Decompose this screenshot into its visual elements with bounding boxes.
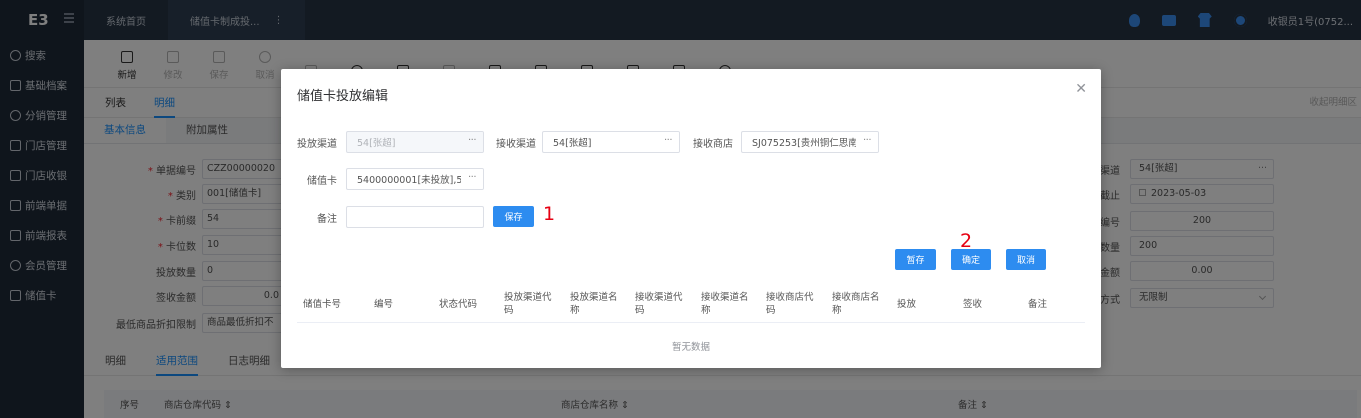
column-header: 接收商店名称 [832, 292, 880, 316]
ellipsis-icon[interactable]: ··· [856, 132, 878, 152]
field-value: SJ075253[贵州铜仁思南] [752, 138, 862, 149]
field-label: 储值卡 [307, 175, 337, 187]
release-channel-row: 投放渠道 54[张超] ··· [297, 131, 484, 153]
save-remark-button[interactable]: 保存 [493, 206, 534, 227]
empty-table-text: 暂无数据 [671, 342, 710, 353]
column-header: 备注 [1028, 298, 1048, 310]
column-header: 储值卡号 [303, 298, 342, 310]
card-row: 储值卡 5400000001[未投放],54( ··· [297, 168, 484, 190]
column-header: 投放 [897, 298, 917, 310]
remark-input[interactable] [346, 206, 484, 228]
annotation-mark-1: 1 [543, 203, 556, 225]
column-header: 投放渠道代码 [504, 292, 552, 316]
column-header: 签收 [963, 298, 983, 310]
confirm-button[interactable]: 确定 [951, 249, 991, 270]
receive-channel-row: 接收渠道 54[张超] ··· [494, 131, 680, 153]
receive-store-field[interactable]: SJ075253[贵州铜仁思南] ··· [741, 131, 879, 153]
column-header: 编号 [374, 298, 394, 310]
field-value: 54[张超] [553, 138, 592, 149]
receive-channel-field[interactable]: 54[张超] ··· [542, 131, 680, 153]
release-table-header: 储值卡号 编号 状态代码 投放渠道代码 投放渠道名称 接收渠道代码 接收渠道名称… [297, 285, 1085, 323]
remark-row: 备注 [297, 206, 484, 228]
column-header: 接收渠道代码 [635, 292, 683, 316]
cancel-dialog-button[interactable]: 取消 [1006, 249, 1046, 270]
field-label: 接收商店 [693, 138, 733, 150]
close-icon[interactable]: ✕ [1075, 82, 1087, 96]
field-label: 投放渠道 [297, 138, 337, 150]
card-field[interactable]: 5400000001[未投放],54( ··· [346, 168, 484, 190]
column-header: 接收渠道名称 [701, 292, 749, 316]
release-channel-field: 54[张超] ··· [346, 131, 484, 153]
ellipsis-icon[interactable]: ··· [657, 132, 679, 152]
ellipsis-icon[interactable]: ··· [461, 169, 483, 189]
dialog-title: 储值卡投放编辑 [297, 89, 389, 104]
column-header: 状态代码 [439, 298, 478, 310]
release-edit-dialog: 储值卡投放编辑 ✕ 投放渠道 54[张超] ··· 接收渠道 54[张超] ··… [281, 69, 1101, 368]
receive-store-row: 接收商店 SJ075253[贵州铜仁思南] ··· [692, 131, 879, 153]
field-value: 54[张超] [357, 138, 396, 149]
field-label: 备注 [317, 213, 337, 225]
column-header: 投放渠道名称 [570, 292, 618, 316]
field-value: 5400000001[未投放],54( [357, 175, 473, 186]
ellipsis-icon: ··· [461, 132, 483, 152]
column-header: 接收商店代码 [766, 292, 814, 316]
field-label: 接收渠道 [496, 138, 536, 150]
temp-save-button[interactable]: 暂存 [895, 249, 936, 270]
